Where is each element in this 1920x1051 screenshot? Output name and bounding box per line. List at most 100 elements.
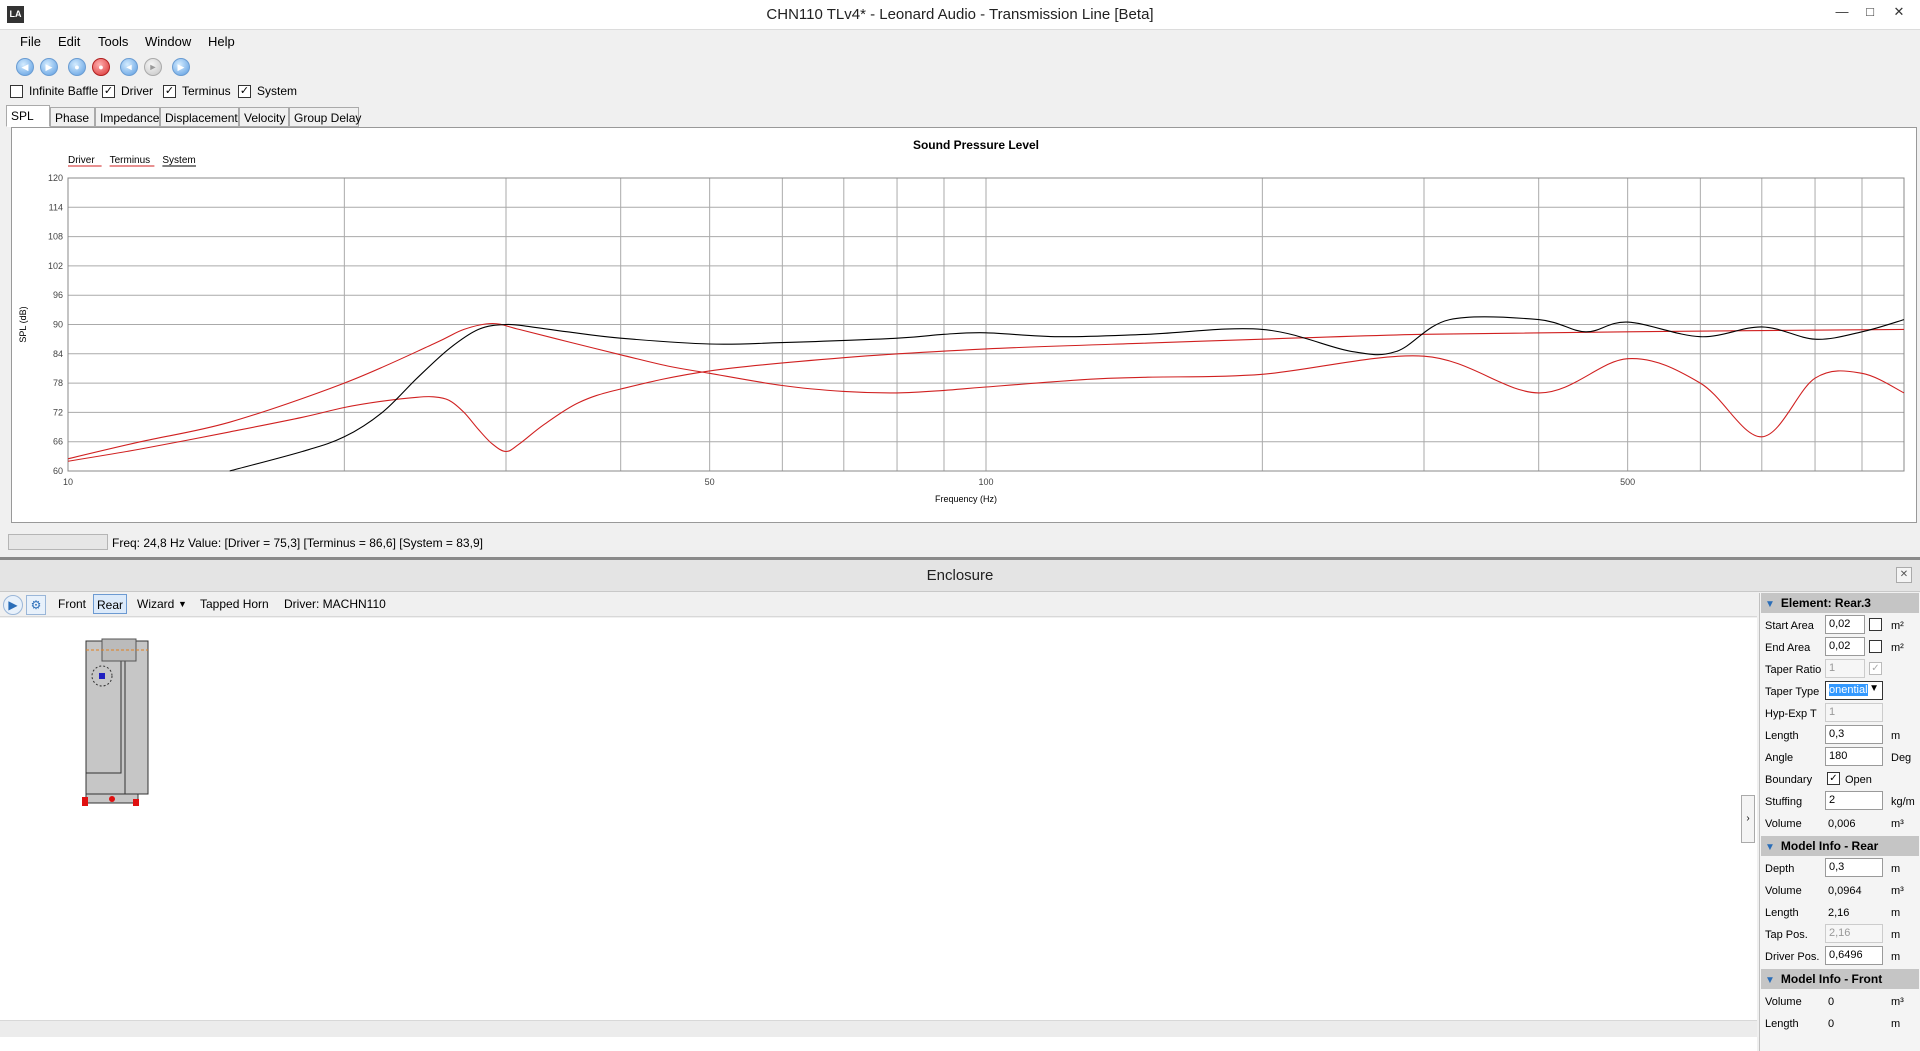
terminus-handle-right[interactable] (133, 799, 139, 806)
status-progress-bar (8, 534, 108, 550)
horizontal-scrollbar[interactable] (0, 1020, 1757, 1037)
rewind-icon[interactable]: ◀ (16, 58, 34, 76)
end-area-checkbox[interactable] (1869, 640, 1882, 653)
start-area-input[interactable]: 0,02 (1825, 615, 1865, 634)
y-tick-label: 114 (49, 202, 63, 212)
system-checkbox[interactable]: ✓ System (238, 84, 297, 98)
menu-edit[interactable]: Edit (58, 34, 80, 49)
x-tick-label: 10 (63, 477, 73, 487)
enclosure-toolbar: ▶ ⚙ Front Rear Wizard ▼ Tapped Horn Driv… (0, 593, 1757, 617)
length-input[interactable]: 0,3 (1825, 725, 1883, 744)
y-tick-label: 72 (53, 407, 63, 417)
y-tick-label: 108 (48, 232, 63, 242)
rear-button[interactable]: Rear (93, 594, 128, 614)
chevron-down-icon[interactable]: ▼ (1869, 683, 1879, 694)
infinite-baffle-checkbox[interactable]: Infinite Baffle (10, 84, 98, 98)
driver-marker[interactable] (99, 673, 105, 679)
collapse-triangle-icon[interactable]: ▼ (1765, 599, 1775, 610)
y-tick-label: 60 (53, 466, 63, 476)
driver-pos-row: Driver Pos. 0,6496 m (1765, 946, 1920, 968)
boundary-open-checkbox[interactable]: ✓ (1827, 772, 1840, 785)
rear-volume-value: 0,0964 (1828, 885, 1862, 897)
y-tick-label: 96 (53, 290, 63, 300)
enclosure-close-icon[interactable]: ✕ (1896, 567, 1912, 583)
end-area-input[interactable]: 0,02 (1825, 637, 1865, 656)
checkbox-checked-icon[interactable]: ✓ (102, 84, 115, 98)
start-area-row: Start Area 0,02 m² (1765, 615, 1920, 637)
wrench-icon[interactable]: ⚙ (26, 595, 46, 615)
tab-group-delay[interactable]: Group Delay (289, 107, 361, 127)
status-readout: Freq: 24,8 Hz Value: [Driver = 75,3] [Te… (112, 536, 483, 550)
front-volume-row: Volume 0 m³ (1765, 996, 1904, 1008)
angle-row: Angle 180 Deg (1765, 747, 1920, 769)
checkbox-label: Infinite Baffle (29, 84, 99, 98)
enclosure-header: Enclosure ✕ (0, 560, 1920, 592)
step-forward-icon[interactable]: ► (144, 58, 162, 76)
element-section-header[interactable]: ▼ Element: Rear.3 (1761, 593, 1919, 613)
series-toggle-bar: Infinite Baffle ✓ Driver ✓ Terminus ✓ Sy… (0, 81, 1920, 101)
close-icon[interactable]: ✕ (1885, 1, 1913, 25)
y-axis-label: SPL (dB) (18, 306, 28, 342)
terminus-handle-left[interactable] (82, 797, 88, 806)
tab-phase[interactable]: Phase (50, 107, 95, 127)
front-volume-value: 0 (1828, 996, 1835, 1008)
tab-displacement[interactable]: Displacement (160, 107, 239, 127)
front-length-value: 0 (1828, 1018, 1835, 1030)
step-back-icon[interactable]: ◄ (120, 58, 138, 76)
enclosure-title: Enclosure (926, 567, 994, 584)
play-icon[interactable]: ▶ (172, 58, 190, 76)
driver-pos-input[interactable]: 0,6496 (1825, 946, 1883, 965)
panel-expand-icon[interactable]: › (1741, 795, 1755, 843)
driver-checkbox[interactable]: ✓ Driver (102, 84, 153, 98)
depth-input[interactable]: 0,3 (1825, 858, 1883, 877)
spl-chart: 60 66 72 78 84 90 96 102 108 114 120 10 50 100 500 Soun… (11, 127, 1917, 523)
play-icon[interactable]: ▶ (3, 595, 23, 615)
legend-entry-driver: Driver (68, 155, 95, 166)
status-bar: Freq: 24,8 Hz Value: [Driver = 75,3] [Te… (0, 530, 1920, 555)
record-icon[interactable]: ● (92, 58, 110, 76)
stuffing-input[interactable]: 2 (1825, 791, 1883, 810)
taper-ratio-input[interactable]: 1 (1825, 659, 1865, 678)
model-rear-section-header[interactable]: ▼ Model Info - Rear (1761, 836, 1919, 856)
y-tick-label: 78 (53, 378, 63, 388)
wizard-dropdown[interactable]: Wizard (137, 597, 174, 611)
chart-svg: 60 66 72 78 84 90 96 102 108 114 120 10 50 100 500 Soun… (18, 138, 1905, 504)
start-area-checkbox[interactable] (1869, 618, 1882, 631)
terminus-marker[interactable] (109, 796, 115, 802)
menu-window[interactable]: Window (145, 34, 191, 49)
front-length-row: Length 0 m (1765, 1018, 1901, 1030)
tab-velocity[interactable]: Velocity (239, 107, 289, 127)
checkbox-checked-icon[interactable]: ✓ (238, 84, 251, 98)
checkbox-label: Terminus (182, 84, 231, 98)
tab-impedance[interactable]: Impedance (95, 107, 160, 127)
checkbox-icon[interactable] (10, 84, 23, 98)
stuffing-row: Stuffing 2 kg/m (1765, 791, 1920, 813)
maximize-icon[interactable]: □ (1856, 1, 1884, 25)
y-tick-label: 102 (48, 261, 63, 271)
tap-pos-row: Tap Pos. 2,16 m (1765, 924, 1920, 946)
tap-pos-input[interactable]: 2,16 (1825, 924, 1883, 943)
minimize-icon[interactable]: — (1828, 1, 1856, 25)
angle-input[interactable]: 180 (1825, 747, 1883, 766)
checkbox-checked-icon[interactable]: ✓ (163, 84, 176, 98)
chart-title: Sound Pressure Level (913, 138, 1039, 152)
tab-spl[interactable]: SPL (6, 105, 50, 127)
menu-tools[interactable]: Tools (98, 34, 128, 49)
front-button[interactable]: Front (58, 597, 86, 611)
dropdown-arrow-icon[interactable]: ▼ (178, 599, 187, 609)
menu-file[interactable]: File (20, 34, 41, 49)
x-tick-label: 100 (978, 477, 993, 487)
record-stop-icon[interactable]: ● (68, 58, 86, 76)
collapse-triangle-icon[interactable]: ▼ (1765, 842, 1775, 853)
taper-type-select[interactable]: onential ▼ (1825, 681, 1883, 700)
terminus-checkbox[interactable]: ✓ Terminus (163, 84, 231, 98)
element-volume-value: 0,006 (1828, 818, 1856, 830)
properties-panel: ▼ Element: Rear.3 Start Area 0,02 m² End … (1759, 593, 1920, 1051)
collapse-triangle-icon[interactable]: ▼ (1765, 975, 1775, 986)
taper-ratio-checkbox[interactable]: ✓ (1869, 662, 1882, 675)
hyp-exp-input[interactable]: 1 (1825, 703, 1883, 722)
enclosure-canvas[interactable] (0, 618, 1757, 1051)
model-front-section-header[interactable]: ▼ Model Info - Front (1761, 969, 1919, 989)
menu-help[interactable]: Help (208, 34, 235, 49)
fast-forward-icon[interactable]: ▶ (40, 58, 58, 76)
